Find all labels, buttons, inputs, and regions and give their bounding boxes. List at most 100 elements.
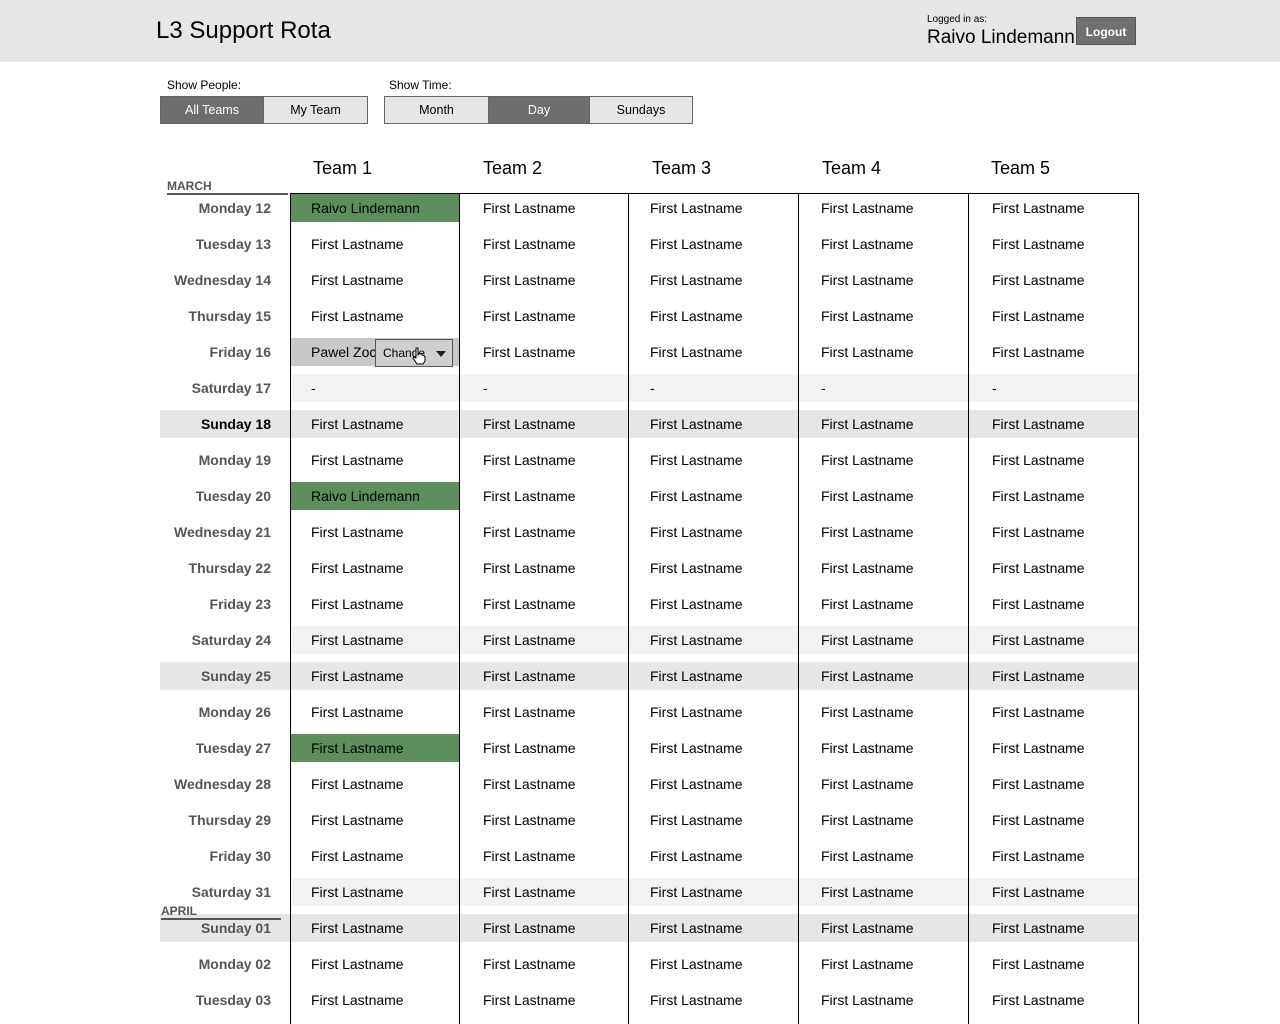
rota-cell-team-3[interactable]: First Lastname (650, 806, 743, 834)
rota-cell-team-1[interactable]: First Lastname (311, 806, 404, 834)
rota-cell-team-1[interactable]: Pawel Zoc (311, 338, 375, 366)
rota-cell-team-4[interactable]: - (821, 374, 826, 402)
rota-cell-team-4[interactable]: First Lastname (821, 590, 914, 618)
rota-cell-team-3[interactable]: First Lastname (650, 986, 743, 1014)
rota-cell-team-2[interactable]: First Lastname (483, 698, 576, 726)
rota-cell-team-1[interactable]: First Lastname (311, 770, 404, 798)
month-button[interactable]: Month (385, 97, 489, 123)
rota-cell-team-2[interactable]: First Lastname (483, 518, 576, 546)
rota-cell-team-5[interactable]: First Lastname (992, 878, 1085, 906)
rota-cell-team-1[interactable]: Raivo Lindemann (311, 194, 420, 222)
rota-cell-team-3[interactable]: First Lastname (650, 518, 743, 546)
rota-cell-team-1[interactable]: First Lastname (311, 698, 404, 726)
rota-cell-team-1[interactable]: Raivo Lindemann (311, 482, 420, 510)
rota-cell-team-2[interactable]: First Lastname (483, 194, 576, 222)
rota-cell-team-2[interactable]: First Lastname (483, 986, 576, 1014)
rota-cell-team-1[interactable]: First Lastname (311, 950, 404, 978)
rota-cell-team-3[interactable]: First Lastname (650, 302, 743, 330)
rota-cell-team-4[interactable]: First Lastname (821, 410, 914, 438)
rota-cell-team-4[interactable]: First Lastname (821, 698, 914, 726)
rota-cell-team-3[interactable]: First Lastname (650, 554, 743, 582)
rota-cell-team-5[interactable]: - (992, 374, 997, 402)
rota-cell-team-2[interactable]: First Lastname (483, 770, 576, 798)
rota-cell-team-5[interactable]: First Lastname (992, 554, 1085, 582)
rota-cell-team-3[interactable]: First Lastname (650, 842, 743, 870)
rota-cell-team-1[interactable]: First Lastname (311, 410, 404, 438)
rota-cell-team-3[interactable]: First Lastname (650, 590, 743, 618)
rota-cell-team-3[interactable]: First Lastname (650, 734, 743, 762)
rota-cell-team-1[interactable]: - (311, 374, 316, 402)
rota-cell-team-4[interactable]: First Lastname (821, 806, 914, 834)
rota-cell-team-5[interactable]: First Lastname (992, 338, 1085, 366)
rota-cell-team-1[interactable]: First Lastname (311, 518, 404, 546)
rota-cell-team-3[interactable]: First Lastname (650, 482, 743, 510)
rota-cell-team-3[interactable]: First Lastname (650, 698, 743, 726)
rota-cell-team-1[interactable]: First Lastname (311, 986, 404, 1014)
rota-cell-team-1[interactable]: First Lastname (311, 446, 404, 474)
rota-cell-team-1[interactable]: First Lastname (311, 878, 404, 906)
rota-cell-team-5[interactable]: First Lastname (992, 302, 1085, 330)
rota-cell-team-1[interactable]: First Lastname (311, 230, 404, 258)
rota-cell-team-3[interactable]: First Lastname (650, 410, 743, 438)
rota-cell-team-2[interactable]: - (483, 374, 488, 402)
rota-cell-team-1[interactable]: First Lastname (311, 626, 404, 654)
rota-cell-team-5[interactable]: First Lastname (992, 770, 1085, 798)
rota-cell-team-2[interactable]: First Lastname (483, 338, 576, 366)
rota-cell-team-3[interactable]: First Lastname (650, 230, 743, 258)
rota-cell-team-4[interactable]: First Lastname (821, 842, 914, 870)
rota-cell-team-5[interactable]: First Lastname (992, 698, 1085, 726)
rota-cell-team-2[interactable]: First Lastname (483, 914, 576, 942)
rota-cell-team-4[interactable]: First Lastname (821, 446, 914, 474)
rota-cell-team-5[interactable]: First Lastname (992, 482, 1085, 510)
rota-cell-team-2[interactable]: First Lastname (483, 482, 576, 510)
rota-cell-team-5[interactable]: First Lastname (992, 446, 1085, 474)
rota-cell-team-2[interactable]: First Lastname (483, 554, 576, 582)
rota-cell-team-2[interactable]: First Lastname (483, 302, 576, 330)
rota-cell-team-2[interactable]: First Lastname (483, 842, 576, 870)
rota-cell-team-1[interactable]: First Lastname (311, 842, 404, 870)
rota-cell-team-4[interactable]: First Lastname (821, 302, 914, 330)
rota-cell-team-3[interactable]: First Lastname (650, 662, 743, 690)
rota-cell-team-5[interactable]: First Lastname (992, 626, 1085, 654)
rota-cell-team-3[interactable]: - (650, 374, 655, 402)
rota-cell-team-5[interactable]: First Lastname (992, 662, 1085, 690)
rota-cell-team-1[interactable]: First Lastname (311, 734, 404, 762)
rota-cell-team-4[interactable]: First Lastname (821, 950, 914, 978)
rota-cell-team-4[interactable]: First Lastname (821, 194, 914, 222)
my-team-button[interactable]: My Team (264, 97, 367, 123)
rota-cell-team-2[interactable]: First Lastname (483, 734, 576, 762)
rota-cell-team-3[interactable]: First Lastname (650, 266, 743, 294)
rota-cell-team-4[interactable]: First Lastname (821, 554, 914, 582)
day-button[interactable]: Day (489, 97, 590, 123)
rota-cell-team-5[interactable]: First Lastname (992, 410, 1085, 438)
rota-cell-team-1[interactable]: First Lastname (311, 662, 404, 690)
rota-cell-team-4[interactable]: First Lastname (821, 626, 914, 654)
logout-button[interactable]: Logout (1076, 17, 1136, 45)
rota-cell-team-3[interactable]: First Lastname (650, 914, 743, 942)
rota-cell-team-5[interactable]: First Lastname (992, 590, 1085, 618)
rota-cell-team-3[interactable]: First Lastname (650, 626, 743, 654)
rota-cell-team-5[interactable]: First Lastname (992, 194, 1085, 222)
rota-cell-team-2[interactable]: First Lastname (483, 662, 576, 690)
rota-cell-team-1[interactable]: First Lastname (311, 554, 404, 582)
rota-cell-team-4[interactable]: First Lastname (821, 878, 914, 906)
all-teams-button[interactable]: All Teams (161, 97, 264, 123)
rota-cell-team-2[interactable]: First Lastname (483, 806, 576, 834)
rota-cell-team-1[interactable]: First Lastname (311, 914, 404, 942)
rota-cell-team-5[interactable]: First Lastname (992, 986, 1085, 1014)
rota-cell-team-4[interactable]: First Lastname (821, 914, 914, 942)
rota-cell-team-2[interactable]: First Lastname (483, 626, 576, 654)
rota-cell-team-5[interactable]: First Lastname (992, 950, 1085, 978)
rota-cell-team-4[interactable]: First Lastname (821, 986, 914, 1014)
rota-cell-team-5[interactable]: First Lastname (992, 914, 1085, 942)
sundays-button[interactable]: Sundays (590, 97, 692, 123)
rota-cell-team-5[interactable]: First Lastname (992, 842, 1085, 870)
rota-cell-team-5[interactable]: First Lastname (992, 230, 1085, 258)
rota-cell-team-5[interactable]: First Lastname (992, 518, 1085, 546)
rota-cell-team-4[interactable]: First Lastname (821, 662, 914, 690)
rota-cell-team-3[interactable]: First Lastname (650, 194, 743, 222)
rota-cell-team-3[interactable]: First Lastname (650, 338, 743, 366)
rota-cell-team-2[interactable]: First Lastname (483, 446, 576, 474)
rota-cell-team-2[interactable]: First Lastname (483, 590, 576, 618)
rota-cell-team-5[interactable]: First Lastname (992, 806, 1085, 834)
